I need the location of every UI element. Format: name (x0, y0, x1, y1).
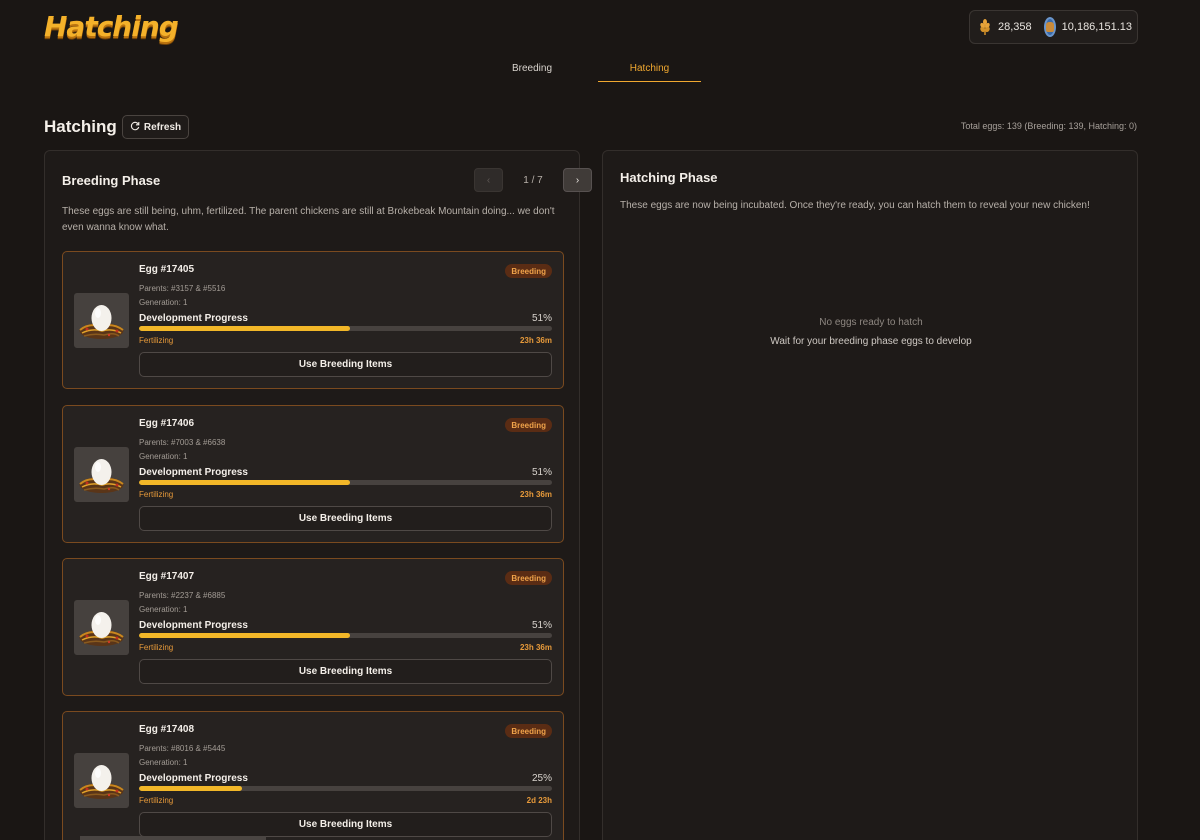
use-breeding-items-button[interactable]: Use Breeding Items (139, 659, 552, 684)
status-badge: Breeding (505, 264, 552, 278)
egg-parents: Parents: #2237 & #6885 (139, 591, 226, 600)
progress-fill (139, 326, 350, 331)
page-title: Hatching (44, 117, 117, 136)
progress-bar (139, 786, 552, 791)
total-eggs-summary: Total eggs: 139 (Breeding: 139, Hatching… (960, 121, 1137, 131)
egg-card: Egg #17406 Breeding Parents: #7003 & #66… (62, 405, 564, 543)
egg-nest-icon (74, 600, 129, 655)
breeding-phase-panel: Breeding Phase ‹ 1 / 7 › These eggs are … (44, 150, 592, 840)
egg-generation: Generation: 1 (139, 758, 188, 767)
horizontal-scrollbar[interactable] (80, 836, 266, 840)
egg-status: Fertilizing (139, 643, 174, 652)
progress-percent: 51% (531, 467, 552, 478)
egg-status: Fertilizing (139, 490, 174, 499)
egg-parents: Parents: #7003 & #6638 (139, 438, 226, 447)
status-badge: Breeding (505, 418, 552, 432)
progress-percent: 51% (531, 620, 552, 631)
egg-status: Fertilizing (139, 796, 174, 805)
egg-parents: Parents: #8016 & #5445 (139, 744, 226, 753)
refresh-icon (130, 121, 140, 134)
balances-widget: 28,358 10,186,151.13 (969, 10, 1138, 44)
egg-card: Egg #17405 Breeding Parents: #3157 & #55… (62, 251, 564, 389)
breeding-phase-title: Breeding Phase (62, 173, 161, 188)
breeding-phase-description: These eggs are still being, uhm, fertili… (62, 206, 555, 233)
egg-time-remaining: 23h 36m (519, 336, 552, 345)
progress-label: Development Progress (139, 773, 248, 784)
progress-label: Development Progress (139, 467, 248, 478)
status-badge: Breeding (505, 724, 552, 738)
hatching-phase-panel: Hatching Phase These eggs are now being … (602, 150, 1138, 840)
egg-parents: Parents: #3157 & #5516 (139, 284, 226, 293)
egg-nest-icon (74, 293, 129, 348)
egg-time-remaining: 23h 36m (519, 490, 552, 499)
wheat-icon (978, 18, 992, 36)
progress-fill (139, 480, 350, 485)
tab-hatching[interactable]: Hatching (598, 55, 701, 82)
empty-state-subtitle: Wait for your breeding phase eggs to dev… (770, 336, 972, 347)
app-logo: Hatching (44, 10, 179, 43)
refresh-button[interactable]: Refresh (122, 115, 189, 139)
use-breeding-items-button[interactable]: Use Breeding Items (139, 506, 552, 531)
progress-fill (139, 786, 243, 791)
egg-name: Egg #17407 (139, 571, 195, 582)
empty-state-title: No eggs ready to hatch (819, 317, 923, 328)
pager-prev-button[interactable]: ‹ (474, 168, 503, 192)
hatching-phase-description: These eggs are now being incubated. Once… (620, 200, 1090, 211)
egg-generation: Generation: 1 (139, 452, 188, 461)
progress-percent: 25% (531, 773, 552, 784)
pager-next-button[interactable]: › (563, 168, 592, 192)
tab-breeding[interactable]: Breeding (472, 55, 592, 82)
coin-balance: 10,186,151.13 (1061, 21, 1133, 33)
progress-label: Development Progress (139, 313, 248, 324)
refresh-label: Refresh (143, 121, 182, 133)
egg-generation: Generation: 1 (139, 298, 188, 307)
egg-time-remaining: 2d 23h (526, 796, 552, 805)
egg-name: Egg #17408 (139, 724, 195, 735)
progress-fill (139, 633, 350, 638)
progress-bar (139, 633, 552, 638)
egg-name: Egg #17405 (139, 264, 195, 275)
egg-time-remaining: 23h 36m (519, 643, 552, 652)
hatching-phase-title: Hatching Phase (620, 170, 718, 185)
pager-page-indicator: 1 / 7 (523, 174, 543, 186)
status-badge: Breeding (505, 571, 552, 585)
egg-name: Egg #17406 (139, 418, 195, 429)
egg-status: Fertilizing (139, 336, 174, 345)
egg-nest-icon (74, 447, 129, 502)
feed-balance: 28,358 (998, 21, 1032, 33)
use-breeding-items-button[interactable]: Use Breeding Items (139, 352, 552, 377)
egg-generation: Generation: 1 (139, 605, 188, 614)
egg-card: Egg #17408 Breeding Parents: #8016 & #54… (62, 711, 564, 840)
progress-bar (139, 326, 552, 331)
progress-label: Development Progress (139, 620, 248, 631)
progress-percent: 51% (531, 313, 552, 324)
egg-card: Egg #17407 Breeding Parents: #2237 & #68… (62, 558, 564, 696)
pagination: ‹ 1 / 7 › (474, 168, 592, 192)
use-breeding-items-button[interactable]: Use Breeding Items (139, 812, 552, 837)
tab-bar: Breeding Hatching (0, 55, 1200, 83)
progress-bar (139, 480, 552, 485)
egg-nest-icon (74, 753, 129, 808)
coin-avatar-icon (1043, 17, 1056, 37)
